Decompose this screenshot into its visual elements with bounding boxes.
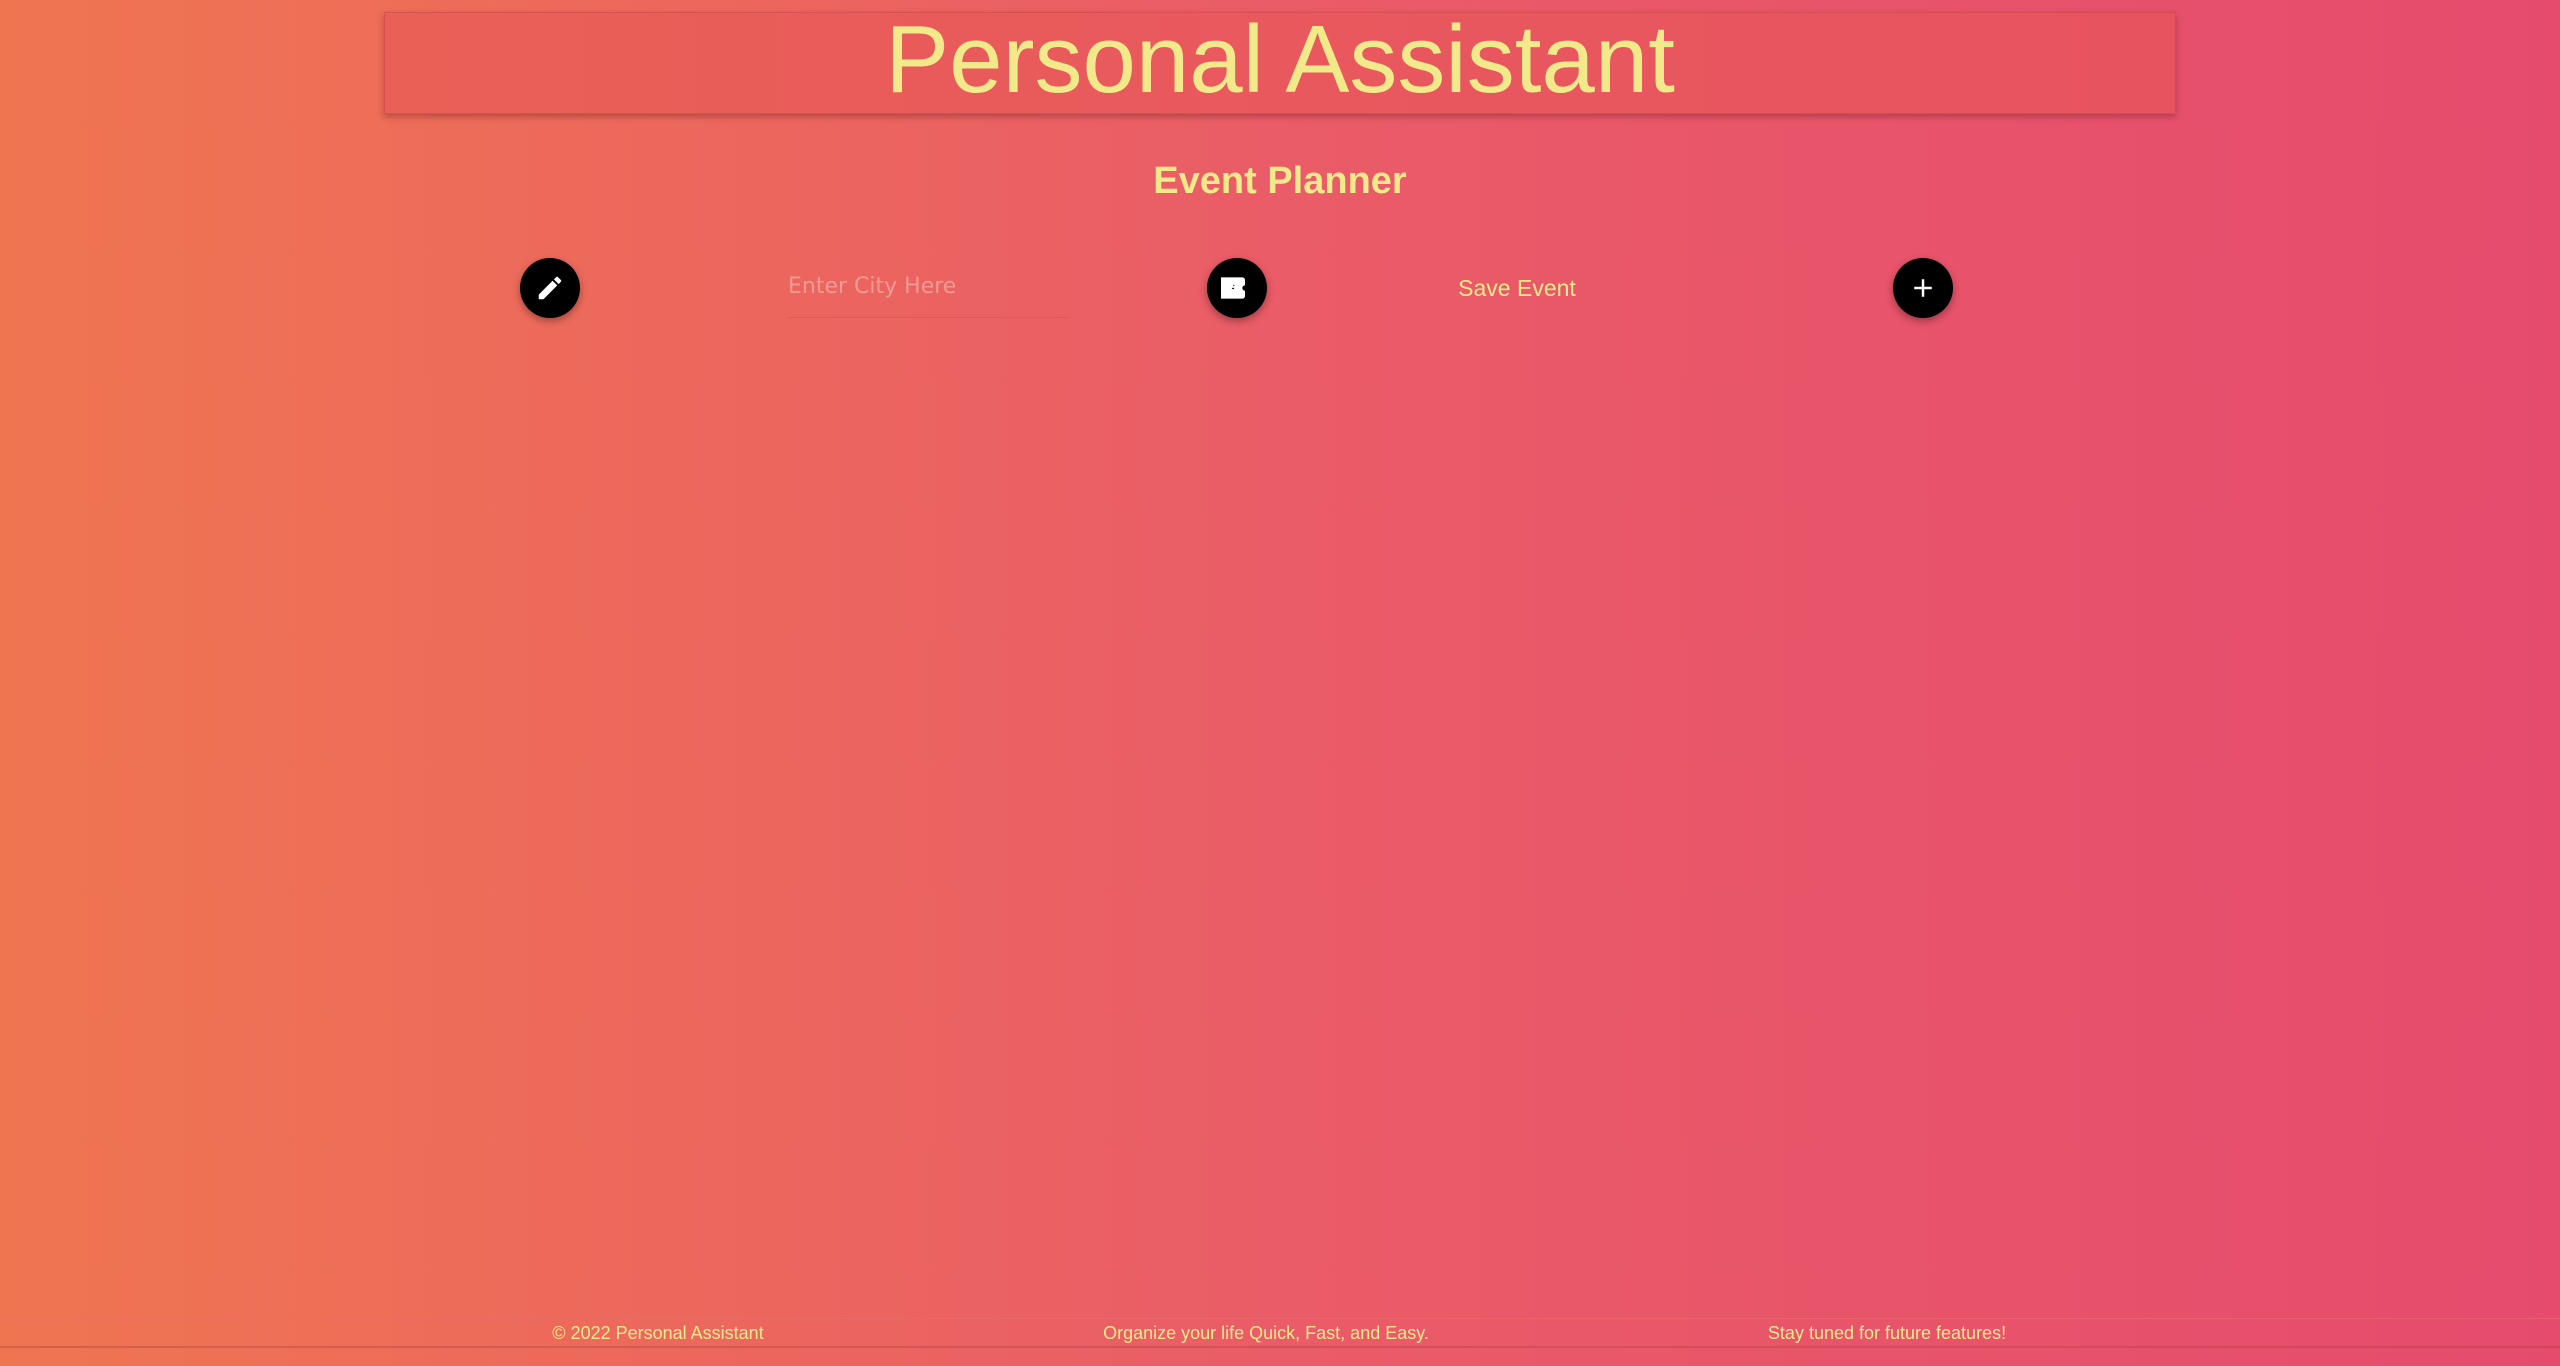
edit-button[interactable] (520, 258, 580, 318)
app-title: Personal Assistant (885, 6, 1675, 113)
footer-tagline: Organize your life Quick, Fast, and Easy… (1103, 1323, 1429, 1343)
app-header: Personal Assistant (384, 12, 2176, 114)
page-footer: © 2022 Personal Assistant Organize your … (0, 1318, 2560, 1348)
footer-notice: Stay tuned for future features! (1767, 1323, 2007, 1343)
ticket-icon (1221, 277, 1245, 299)
plus-icon (1914, 279, 1932, 297)
page-subtitle: Event Planner (1153, 160, 1407, 202)
add-button[interactable] (1893, 258, 1953, 318)
pencil-icon (538, 276, 562, 300)
footer-copyright: © 2022 Personal Assistant (552, 1323, 764, 1343)
city-input[interactable] (788, 266, 1070, 306)
ticket-button[interactable] (1207, 258, 1267, 318)
save-event-button[interactable]: Save Event (1420, 268, 1614, 308)
city-field (788, 262, 1070, 318)
